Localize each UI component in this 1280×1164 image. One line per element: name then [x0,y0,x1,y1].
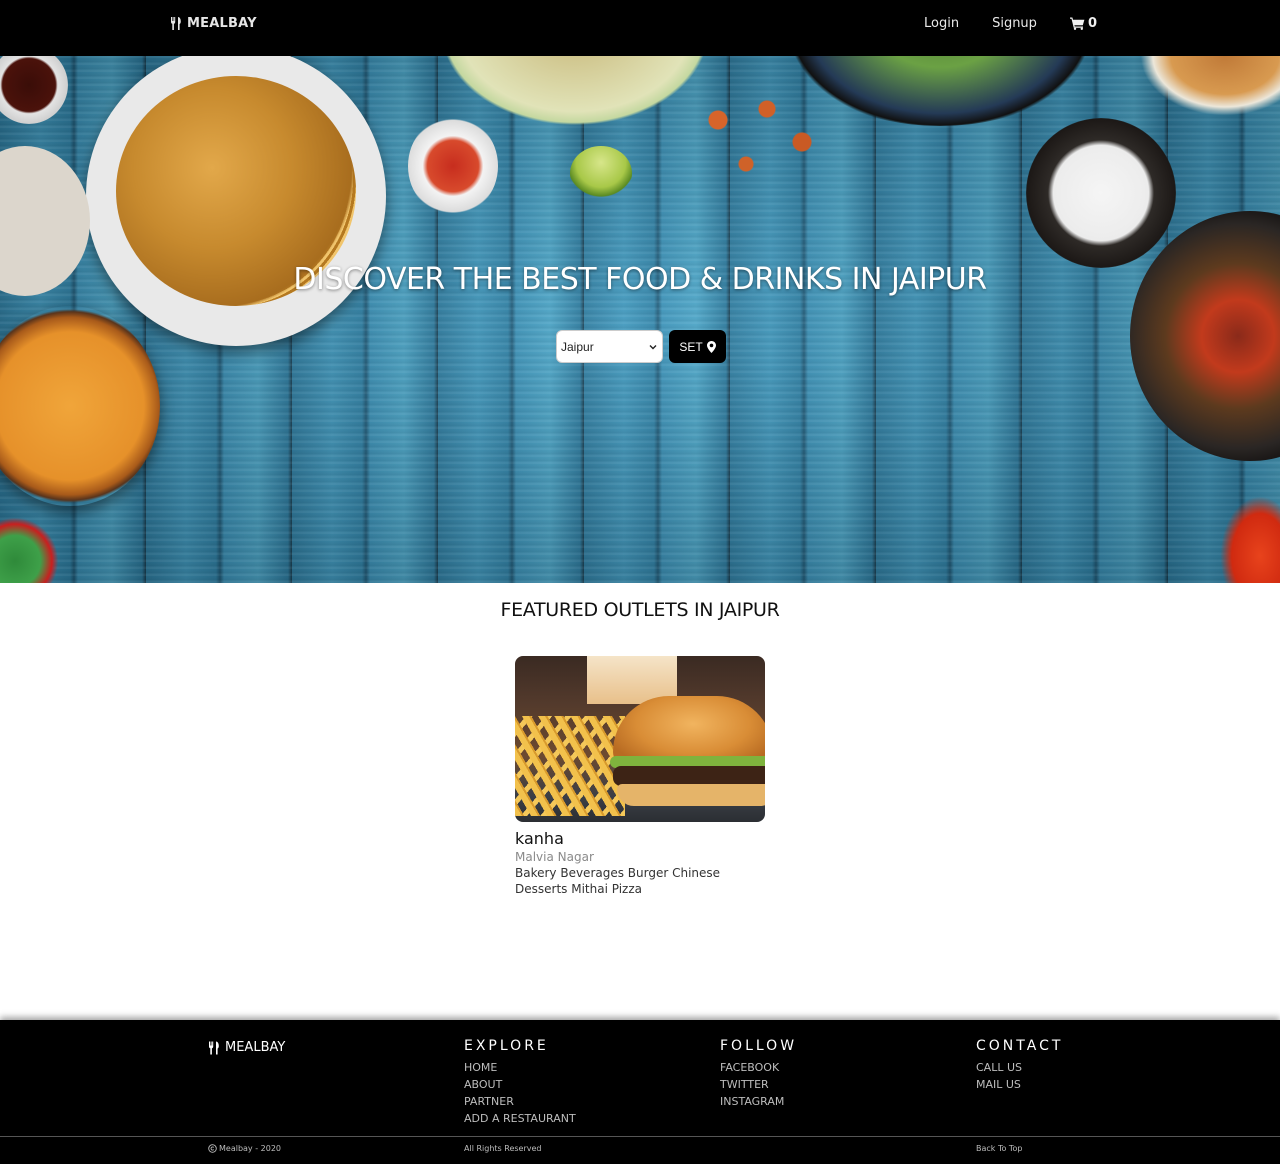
city-form: Jaipur SET [556,330,726,363]
outlet-cuisines: Bakery Beverages Burger Chinese Desserts… [515,866,721,896]
green-plate-image [440,56,710,126]
cart-count: 0 [1087,16,1097,31]
city-select[interactable]: Jaipur [556,330,663,363]
salad-bowl-image [0,516,60,583]
login-link[interactable]: Login [924,14,959,33]
copyright: Mealbay - 2020 [208,1144,281,1153]
cutlery-icon [171,17,181,30]
back-to-top-link[interactable]: Back To Top [976,1144,1022,1153]
bun-bottom-image [617,784,765,806]
cart-icon [1069,17,1085,30]
outlet-card[interactable]: kanha Malvia Nagar Bakery Beverages Burg… [515,656,767,897]
cutlery-icon [209,1041,219,1054]
footer-contact: CONTACT CALL US MAIL US [976,1038,1063,1093]
footer-link-about[interactable]: ABOUT [464,1076,576,1093]
featured-title: FEATURED OUTLETS IN JAIPUR [500,599,780,621]
footer-link-add-restaurant[interactable]: ADD A RESTAURANT [464,1110,576,1127]
footer-explore: EXPLORE HOME ABOUT PARTNER ADD A RESTAUR… [464,1038,576,1127]
follow-heading: FOLLOW [720,1038,798,1054]
footer-link-instagram[interactable]: INSTAGRAM [720,1093,797,1110]
copyright-icon [208,1144,217,1153]
footer: MEALBAY EXPLORE HOME ABOUT PARTNER ADD A… [0,1020,1280,1164]
city-select-value: Jaipur [561,339,594,354]
footer-link-home[interactable]: HOME [464,1059,576,1076]
outlet-name[interactable]: kanha [515,829,767,849]
hero-banner: DISCOVER THE BEST FOOD & DRINKS IN JAIPU… [0,56,1280,583]
brand-label: MEALBAY [187,16,257,31]
footer-link-facebook[interactable]: FACEBOOK [720,1059,797,1076]
cart-button[interactable]: 0 [1069,16,1097,31]
signup-link[interactable]: Signup [992,14,1037,33]
noodle-plate-image [86,56,386,346]
footer-link-twitter[interactable]: TWITTER [720,1076,797,1093]
outlet-location: Malvia Nagar [515,850,594,864]
footer-brand[interactable]: MEALBAY [208,1040,285,1055]
footer-link-mail-us[interactable]: MAIL US [976,1076,1063,1093]
footer-divider [0,1136,1280,1137]
stir-fry-plate-image [1130,211,1280,461]
carrot-image [690,76,830,186]
outlet-image [515,656,765,822]
patty-image [613,766,765,786]
fries-image [515,716,625,816]
set-button-label: SET [679,339,703,354]
nav-links: Login Signup 0 [910,14,1097,33]
contact-heading: CONTACT [976,1038,1064,1054]
footer-link-call-us[interactable]: CALL US [976,1059,1063,1076]
set-city-button[interactable]: SET [669,330,726,363]
copyright-text: Mealbay - 2020 [219,1144,281,1153]
fried-food-plate-image [1140,56,1280,116]
navbar: MEALBAY Login Signup 0 [0,0,1280,56]
chevron-down-icon [649,344,657,349]
rice-bowl-image [1026,118,1176,268]
hero-title: DISCOVER THE BEST FOOD & DRINKS IN JAIPU… [293,262,987,297]
rights-text: All Rights Reserved [464,1144,542,1153]
footer-follow: FOLLOW FACEBOOK TWITTER INSTAGRAM [720,1038,797,1110]
curry-bowl-image [0,306,160,506]
map-marker-icon [706,340,716,353]
chili-dish-image [408,116,498,216]
lime-image [570,146,632,201]
footer-link-partner[interactable]: PARTNER [464,1093,576,1110]
footer-brand-label: MEALBAY [225,1040,286,1055]
brand-link[interactable]: MEALBAY [170,16,257,31]
sauce-dish-image [0,56,68,124]
salad-plate-image [790,56,1090,126]
explore-heading: EXPLORE [464,1038,549,1054]
pepper-image [1220,496,1280,583]
